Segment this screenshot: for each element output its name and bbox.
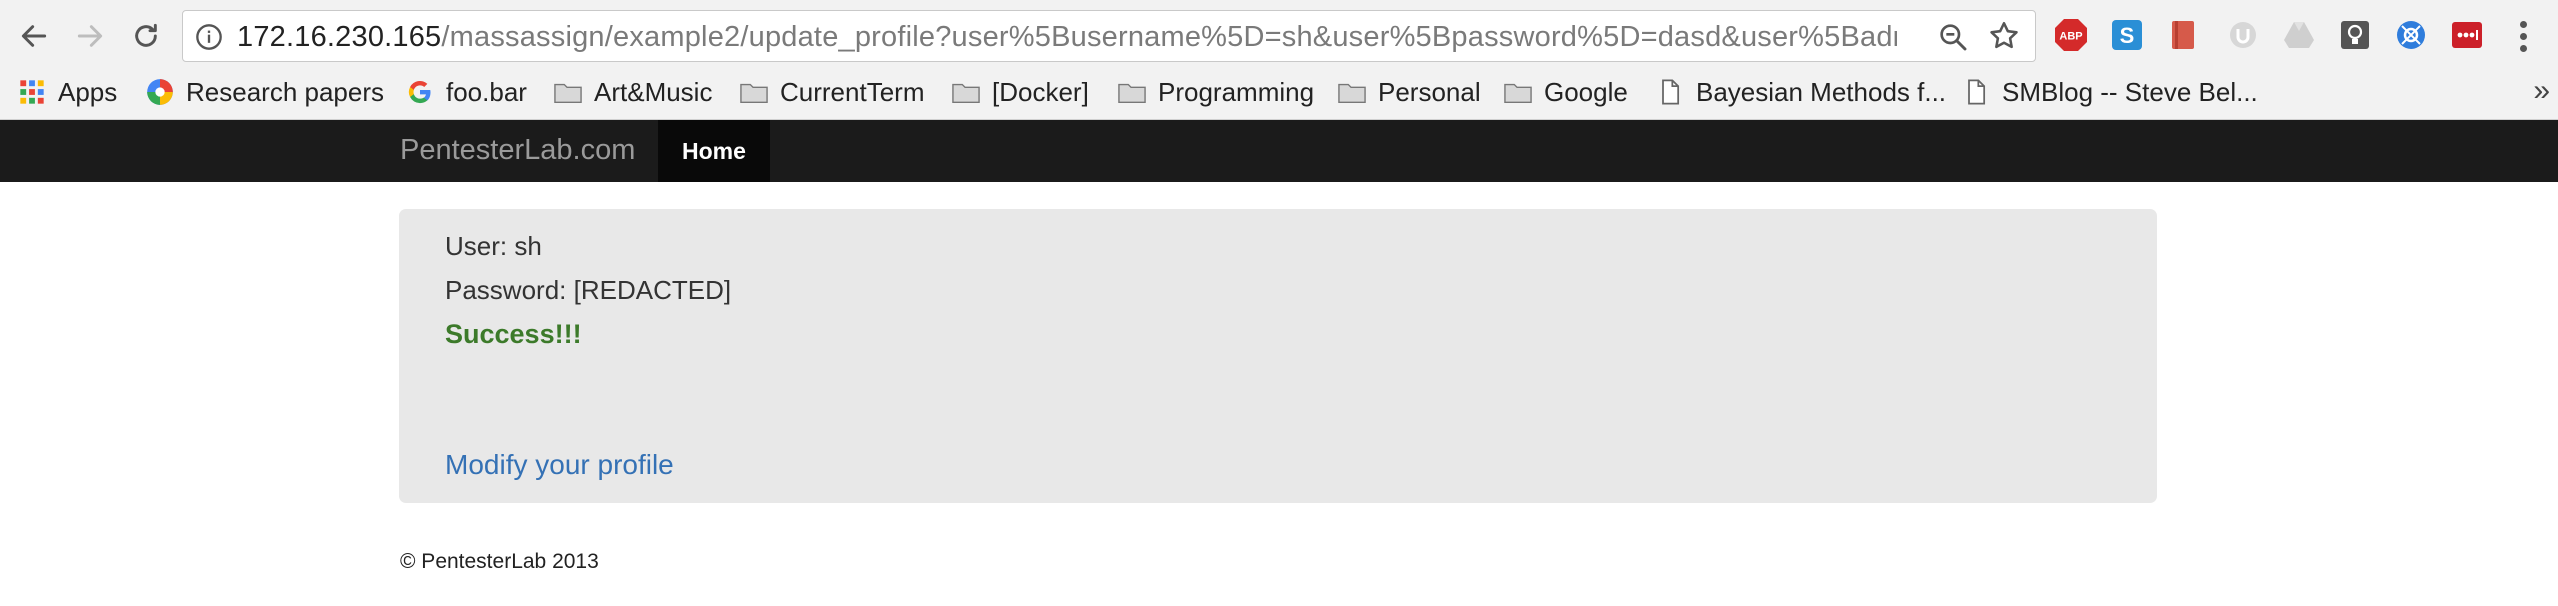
u-circle-icon (2230, 22, 2256, 48)
page-icon (1662, 79, 1680, 105)
back-button[interactable] (12, 14, 56, 58)
browser-toolbar: 172.16.230.165/massassign/example2/updat… (0, 0, 2558, 120)
bookmark-label: Google (1544, 76, 1628, 107)
s-label: S (2120, 23, 2135, 48)
s-extension-icon: S (2112, 20, 2142, 50)
user-line: User: sh (445, 231, 542, 261)
globe-extension[interactable] (2394, 18, 2428, 52)
folder-icon (952, 83, 980, 103)
arrow-right-icon (77, 25, 103, 47)
browser-menu-button[interactable] (2508, 16, 2538, 56)
bookmark-star-icon[interactable] (1987, 19, 2021, 53)
menu-dot-icon (2519, 44, 2527, 52)
menu-dot-icon (2519, 20, 2527, 28)
site-navbar: PentesterLab.com Home (0, 120, 2558, 182)
bookmark-label: SMBlog -- Steve Bel... (2002, 76, 2258, 107)
google-g-icon (408, 80, 431, 104)
bookmarks-overflow-button[interactable]: » (2533, 74, 2550, 108)
address-bar[interactable]: 172.16.230.165/massassign/example2/updat… (182, 10, 2036, 62)
profile-panel: User: sh Password: [REDACTED] Success!!!… (399, 209, 2157, 503)
bookmark-label: Apps (58, 76, 118, 107)
bookmarks-bar: Apps Research papers foo.bar Art&Music C… (0, 70, 2558, 120)
bookmark-label: Programming (1158, 76, 1315, 107)
s-extension[interactable]: S (2110, 18, 2144, 52)
bookmark-label: [Docker] (992, 76, 1089, 107)
page-icon (1968, 79, 1986, 105)
lastpass-icon (2452, 22, 2482, 48)
drive-extension[interactable] (2282, 18, 2316, 52)
bookmark-apps[interactable]: Apps (18, 70, 117, 114)
bookmark-label: Art&Music (594, 76, 713, 107)
bookmark-label: Personal (1378, 76, 1481, 107)
bookmark-foo-bar[interactable]: foo.bar (406, 70, 527, 114)
zoom-out-icon[interactable] (1937, 21, 1969, 53)
globe-icon (2397, 21, 2425, 49)
folder-icon (1118, 83, 1146, 103)
menu-dot-icon (2519, 32, 2527, 40)
bookmark-label: CurrentTerm (780, 76, 925, 107)
folder-icon (1504, 83, 1532, 103)
bookmark-label: Bayesian Methods f... (1696, 76, 1947, 107)
password-line: Password: [REDACTED] (445, 275, 732, 305)
bookmark-folder-art-music[interactable]: Art&Music (554, 70, 712, 114)
info-icon[interactable] (195, 23, 223, 51)
colorful-logo-icon (147, 79, 173, 105)
url-host: 172.16.230.165 (237, 21, 442, 53)
bookmark-folder-programming[interactable]: Programming (1118, 70, 1314, 114)
lastpass-extension[interactable] (2450, 18, 2484, 52)
reload-icon (135, 23, 157, 47)
nav-home-link[interactable]: Home (658, 120, 770, 182)
bookmark-smblog[interactable]: SMBlog -- Steve Bel... (1962, 70, 2258, 114)
folder-icon (1338, 83, 1366, 103)
site-brand-link[interactable]: PentesterLab.com (400, 134, 635, 167)
bookmark-folder-currentterm[interactable]: CurrentTerm (740, 70, 924, 114)
adblock-plus-extension[interactable]: ABP (2054, 18, 2088, 52)
success-message: Success!!! (445, 319, 582, 349)
bookmark-research-papers[interactable]: Research papers (146, 70, 384, 114)
apps-grid-icon (20, 80, 44, 104)
folder-icon (554, 83, 582, 103)
arrow-left-icon (21, 25, 47, 47)
book-icon (2172, 21, 2194, 49)
bookmark-folder-docker[interactable]: [Docker] (952, 70, 1089, 114)
keep-extension[interactable] (2338, 18, 2372, 52)
abp-label: ABP (2059, 31, 2082, 43)
page-footer: © PentesterLab 2013 (400, 550, 599, 573)
u-extension[interactable] (2226, 18, 2260, 52)
url-text[interactable]: 172.16.230.165/massassign/example2/updat… (237, 21, 1897, 54)
folder-icon (740, 83, 768, 103)
bookmark-label: Research papers (186, 76, 384, 107)
bookmark-folder-personal[interactable]: Personal (1338, 70, 1481, 114)
lightbulb-icon (2341, 21, 2369, 49)
bookmark-folder-google[interactable]: Google (1504, 70, 1628, 114)
bookmark-bayesian-methods[interactable]: Bayesian Methods f... (1656, 70, 1946, 114)
reload-button[interactable] (124, 14, 168, 58)
drive-icon (2284, 22, 2314, 48)
adblock-plus-icon: ABP (2055, 19, 2087, 51)
url-path: /massassign/example2/update_profile?user… (441, 21, 1897, 53)
forward-button[interactable] (68, 14, 112, 58)
bookmark-label: foo.bar (446, 76, 527, 107)
book-extension[interactable] (2166, 18, 2200, 52)
modify-profile-link[interactable]: Modify your profile (445, 449, 674, 481)
